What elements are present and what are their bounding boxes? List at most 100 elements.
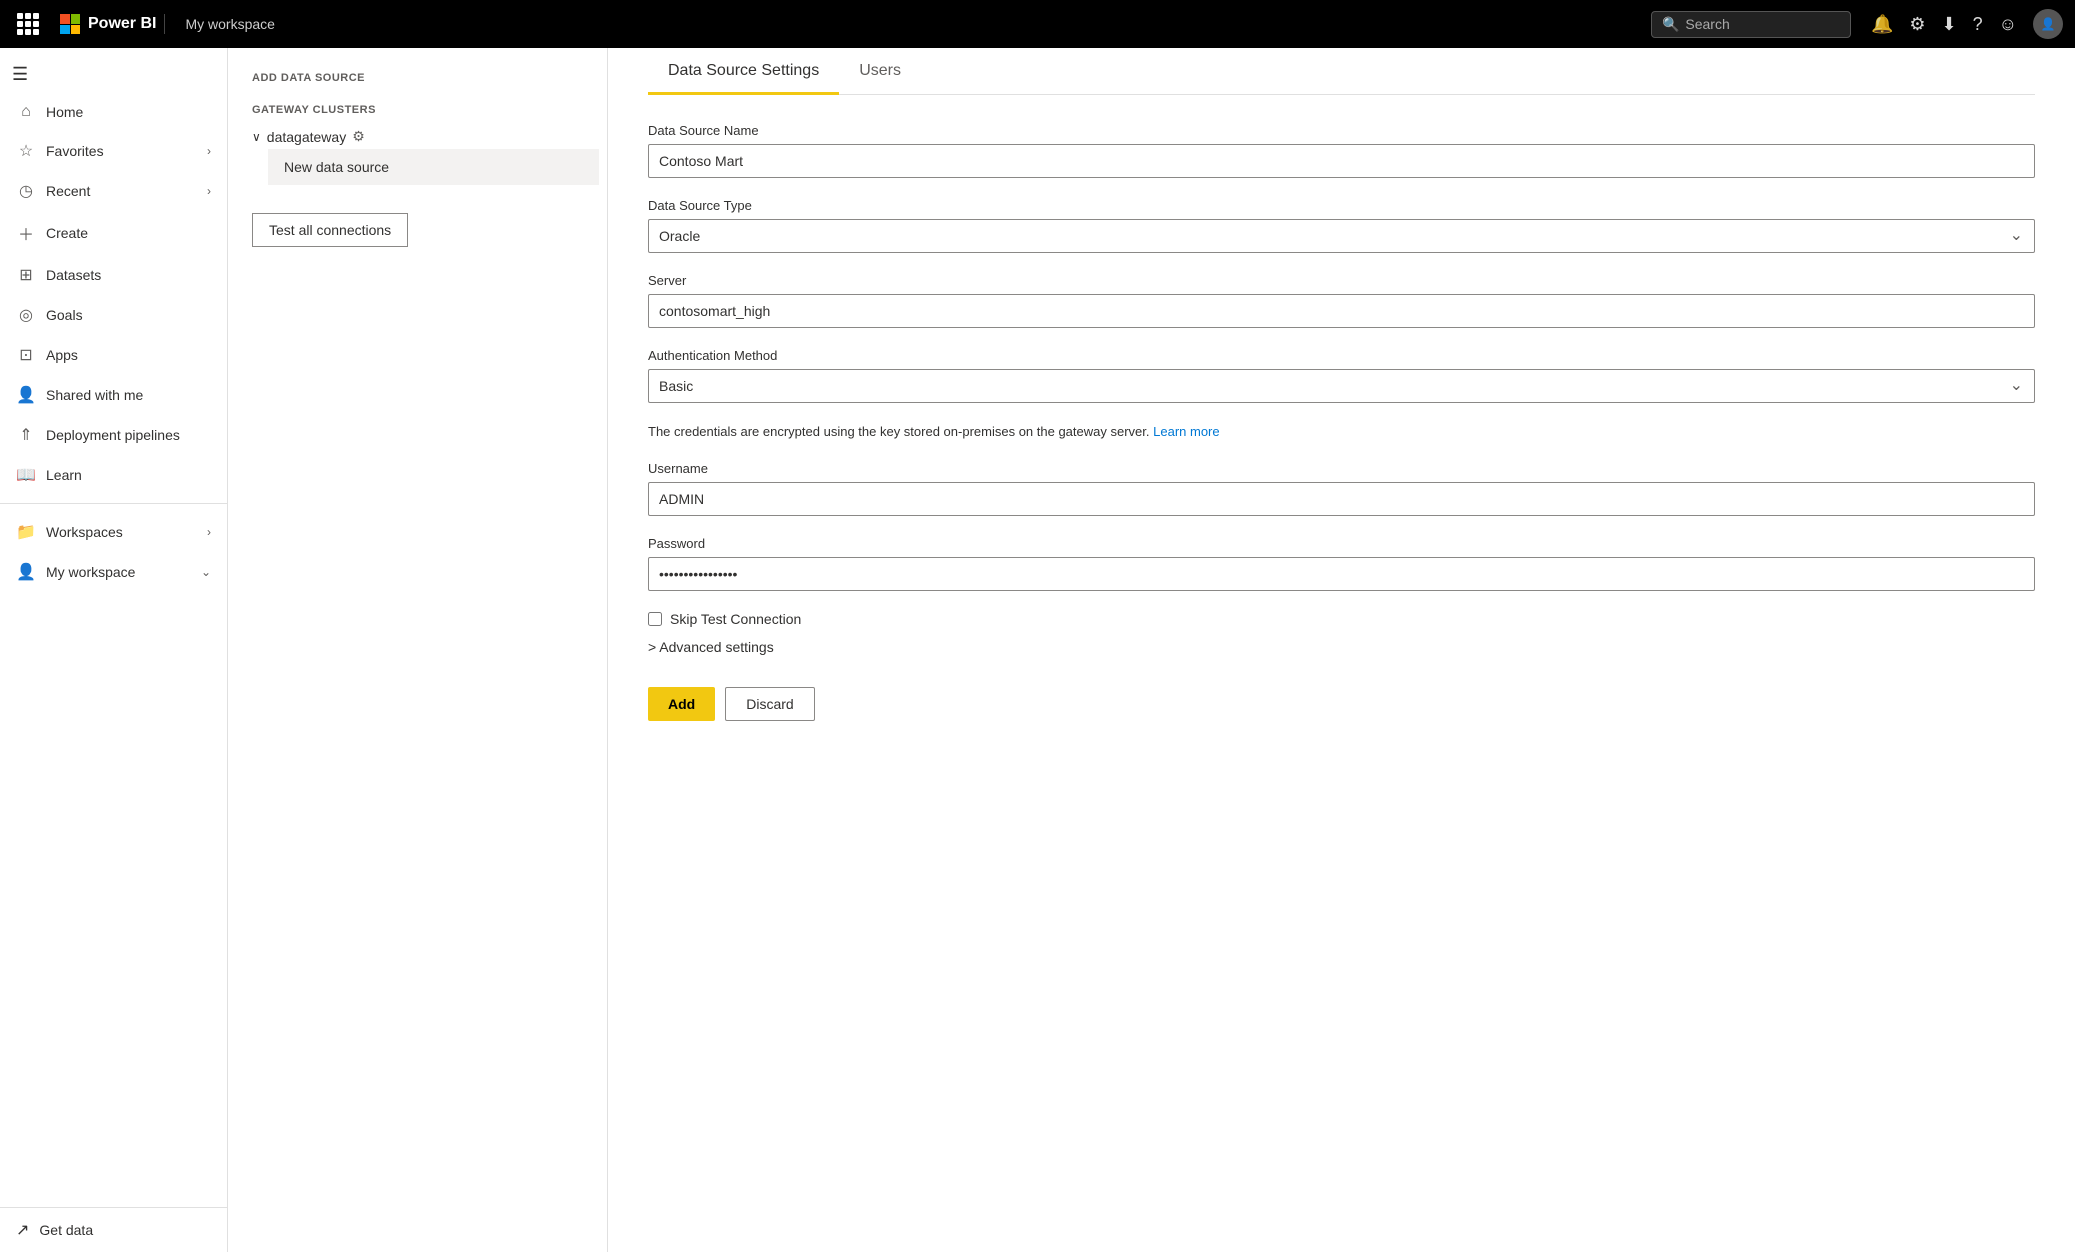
get-data-label: Get data <box>39 1222 93 1238</box>
user-avatar[interactable]: 👤 <box>2033 9 2063 39</box>
sidebar-item-myworkspace[interactable]: 👤 My workspace ⌄ <box>0 552 227 592</box>
sidebar-bottom: ↗ Get data <box>0 1207 227 1252</box>
get-data-button[interactable]: ↗ Get data <box>0 1207 227 1252</box>
datasource-name-group: Data Source Name <box>648 123 2035 178</box>
sidebar-item-label: Workspaces <box>46 524 197 540</box>
new-datasource-button[interactable]: New data source <box>268 149 599 185</box>
skip-test-row: Skip Test Connection <box>648 611 2035 627</box>
datasource-type-label: Data Source Type <box>648 198 2035 213</box>
topnav-icons: 🔔 ⚙ ⬇ ? ☺ 👤 <box>1859 9 2063 39</box>
discard-button[interactable]: Discard <box>725 687 814 721</box>
learn-more-link[interactable]: Learn more <box>1153 424 1219 439</box>
sidebar-item-deployment[interactable]: ⇑ Deployment pipelines <box>0 415 227 455</box>
download-icon[interactable]: ⬇ <box>1942 14 1957 35</box>
favorites-icon: ☆ <box>16 141 36 161</box>
workspace-label: My workspace <box>173 16 274 32</box>
gateway-name-label: datagateway <box>267 129 346 145</box>
gateway-cluster-item: ∨ datagateway ⚙ <box>252 128 583 145</box>
sidebar: ☰ ⌂ Home ☆ Favorites › ◷ Recent › ＋ Crea… <box>0 48 228 1252</box>
recent-icon: ◷ <box>16 181 36 201</box>
auth-method-label: Authentication Method <box>648 348 2035 363</box>
powerbi-label: Power BI <box>88 15 156 33</box>
password-input[interactable] <box>648 557 2035 591</box>
chevron-right-icon: › <box>207 184 211 198</box>
chevron-down-icon: ⌄ <box>201 565 211 579</box>
username-label: Username <box>648 461 2035 476</box>
skip-test-label: Skip Test Connection <box>670 611 801 627</box>
server-input[interactable] <box>648 294 2035 328</box>
create-icon: ＋ <box>16 221 36 245</box>
gateway-settings-icon[interactable]: ⚙ <box>352 128 365 145</box>
sidebar-toggle-button[interactable]: ☰ <box>0 48 227 93</box>
learn-icon: 📖 <box>16 465 36 485</box>
search-icon: 🔍 <box>1662 16 1679 33</box>
tab-datasource-settings[interactable]: Data Source Settings <box>648 48 839 95</box>
sidebar-divider <box>0 503 227 504</box>
sidebar-item-label: Shared with me <box>46 387 211 403</box>
deployment-icon: ⇑ <box>16 425 36 445</box>
workspaces-icon: 📁 <box>16 522 36 542</box>
datasource-name-label: Data Source Name <box>648 123 2035 138</box>
server-label: Server <box>648 273 2035 288</box>
sidebar-item-datasets[interactable]: ⊞ Datasets <box>0 255 227 295</box>
sidebar-item-create[interactable]: ＋ Create <box>0 211 227 255</box>
sidebar-item-label: Datasets <box>46 267 211 283</box>
add-button[interactable]: Add <box>648 687 715 721</box>
username-input[interactable] <box>648 482 2035 516</box>
sidebar-item-apps[interactable]: ⊡ Apps <box>0 335 227 375</box>
right-panel: Data Source Settings Users Data Source N… <box>608 48 2075 1252</box>
sidebar-item-label: Learn <box>46 467 211 483</box>
sidebar-item-label: Goals <box>46 307 211 323</box>
search-input[interactable] <box>1685 16 1840 32</box>
tab-users[interactable]: Users <box>839 48 921 95</box>
add-datasource-title: ADD DATA SOURCE <box>252 72 583 84</box>
gateway-clusters-label: GATEWAY CLUSTERS <box>252 104 583 116</box>
left-panel: ADD DATA SOURCE GATEWAY CLUSTERS ∨ datag… <box>228 48 608 1252</box>
home-icon: ⌂ <box>16 103 36 121</box>
credentials-note: The credentials are encrypted using the … <box>648 423 2035 441</box>
sidebar-item-learn[interactable]: 📖 Learn <box>0 455 227 495</box>
datasource-type-group: Data Source Type Oracle SQL Server Analy… <box>648 198 2035 253</box>
apps-icon: ⊡ <box>16 345 36 365</box>
gateway-chevron-icon[interactable]: ∨ <box>252 130 261 144</box>
search-box[interactable]: 🔍 <box>1651 11 1851 38</box>
sidebar-item-label: Create <box>46 225 211 241</box>
settings-icon[interactable]: ⚙ <box>1909 14 1925 35</box>
datasource-type-select[interactable]: Oracle SQL Server Analysis Services ODat… <box>648 219 2035 253</box>
auth-method-wrapper: Basic Windows OAuth2 <box>648 369 2035 403</box>
sidebar-item-recent[interactable]: ◷ Recent › <box>0 171 227 211</box>
sidebar-item-label: My workspace <box>46 564 191 580</box>
sidebar-item-label: Favorites <box>46 143 197 159</box>
credentials-note-text: The credentials are encrypted using the … <box>648 424 1150 439</box>
advanced-settings-label: > Advanced settings <box>648 639 774 655</box>
sidebar-item-label: Home <box>46 104 211 120</box>
sidebar-item-favorites[interactable]: ☆ Favorites › <box>0 131 227 171</box>
waffle-menu-button[interactable] <box>12 8 44 40</box>
top-navigation: Power BI My workspace 🔍 🔔 ⚙ ⬇ ? ☺ 👤 <box>0 0 2075 48</box>
page-body: ADD DATA SOURCE GATEWAY CLUSTERS ∨ datag… <box>228 48 2075 1252</box>
test-all-connections-button[interactable]: Test all connections <box>252 213 408 247</box>
main-layout: ☰ ⌂ Home ☆ Favorites › ◷ Recent › ＋ Crea… <box>0 48 2075 1252</box>
help-icon[interactable]: ? <box>1973 14 1983 35</box>
content-area: ADD DATA SOURCE GATEWAY CLUSTERS ∨ datag… <box>228 48 2075 1252</box>
shared-icon: 👤 <box>16 385 36 405</box>
sidebar-item-goals[interactable]: ◎ Goals <box>0 295 227 335</box>
getdata-icon: ↗ <box>16 1220 29 1240</box>
sidebar-item-label: Recent <box>46 183 197 199</box>
skip-test-checkbox[interactable] <box>648 612 662 626</box>
myworkspace-icon: 👤 <box>16 562 36 582</box>
sidebar-item-workspaces[interactable]: 📁 Workspaces › <box>0 512 227 552</box>
sidebar-item-home[interactable]: ⌂ Home <box>0 93 227 131</box>
sidebar-item-shared[interactable]: 👤 Shared with me <box>0 375 227 415</box>
feedback-icon[interactable]: ☺ <box>1999 14 2017 35</box>
server-group: Server <box>648 273 2035 328</box>
microsoft-logo: Power BI <box>52 14 165 34</box>
password-group: Password <box>648 536 2035 591</box>
password-label: Password <box>648 536 2035 551</box>
notification-icon[interactable]: 🔔 <box>1871 14 1893 35</box>
advanced-settings-link[interactable]: > Advanced settings <box>648 639 774 655</box>
sidebar-item-label: Apps <box>46 347 211 363</box>
datasource-name-input[interactable] <box>648 144 2035 178</box>
auth-method-select[interactable]: Basic Windows OAuth2 <box>648 369 2035 403</box>
datasource-type-wrapper: Oracle SQL Server Analysis Services ODat… <box>648 219 2035 253</box>
